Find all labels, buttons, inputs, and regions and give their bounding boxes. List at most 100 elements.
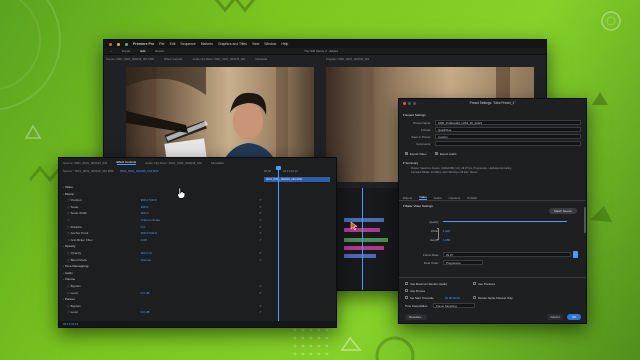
save-in-dropdown[interactable]: Custom	[435, 134, 581, 139]
reset-icon[interactable]: ↺	[259, 284, 262, 288]
tab-metadata[interactable]: Metadata	[256, 57, 268, 61]
timeline-clip-a1[interactable]	[344, 238, 388, 242]
property-value[interactable]: 0.0 dB	[141, 291, 150, 295]
effect-property-row[interactable]: ◷ Uniform Scale ↺	[59, 217, 329, 223]
field-order-dropdown[interactable]: Progressive	[443, 260, 483, 265]
reset-icon[interactable]: ↺	[259, 231, 262, 235]
comments-field[interactable]	[435, 141, 581, 146]
effect-section-header[interactable]: › Video	[59, 184, 329, 190]
reset-icon[interactable]: ↺	[259, 238, 262, 242]
preset-name-field[interactable]: 1080_ProRes422_H264_2K_ACES	[435, 120, 581, 125]
cancel-button[interactable]: Cancel	[547, 314, 563, 320]
width-value[interactable]: 1,920	[443, 229, 450, 233]
use-proxies-checkbox[interactable]	[405, 289, 408, 292]
export-settings-header[interactable]: ▾ Export Settings	[403, 113, 426, 117]
reset-icon[interactable]: ↺	[259, 211, 262, 215]
effect-property-row[interactable]: ◷ Level 0.0 dB ↺	[59, 290, 329, 296]
menu-graphics[interactable]: Graphics and Titles	[218, 42, 247, 46]
reset-icon[interactable]: ↺	[259, 218, 262, 222]
menu-markers[interactable]: Markers	[201, 42, 213, 46]
property-value[interactable]: 0.0 dB	[141, 310, 150, 314]
property-value[interactable]: Normal	[141, 258, 151, 262]
property-value[interactable]: Uniform Scale	[141, 218, 160, 222]
close-window-icon[interactable]	[109, 42, 112, 46]
metadata-button[interactable]: Metadata...	[405, 314, 427, 320]
maximize-window-icon[interactable]	[125, 42, 128, 46]
effect-property-row[interactable]: ◷ Bypass ↺	[59, 283, 329, 289]
tab-publish[interactable]: Publish	[467, 196, 477, 200]
start-timecode-checkbox[interactable]	[405, 296, 408, 299]
export-video-checkbox[interactable]	[405, 152, 408, 155]
property-value[interactable]: 100.0 %	[141, 251, 152, 255]
reset-icon[interactable]: ↺	[259, 225, 262, 229]
height-value[interactable]: 1,080	[443, 238, 450, 242]
effect-section-header[interactable]: › Opacity	[59, 243, 329, 249]
tab-audio-mixer[interactable]: Audio Clip Mixer: 0001_0001_000245_001	[193, 57, 246, 61]
clip-sequence-name[interactable]: 0001_0001_000245_001.MXF	[120, 169, 159, 173]
stopwatch-icon[interactable]: ◷	[67, 218, 71, 222]
effect-section-header[interactable]: › Time Remapping	[59, 263, 329, 269]
workspace-edit[interactable]: Edit	[140, 49, 145, 53]
link-dimensions-icon[interactable]	[437, 228, 439, 240]
effect-property-row[interactable]: ◷ Scale Width 100.0 ↺	[59, 210, 329, 216]
ok-button[interactable]: OK	[567, 314, 581, 320]
tab-metadata[interactable]: Metadata	[211, 161, 224, 165]
tab-audio-mixer[interactable]: Audio Clip Mixer: 0001_0001_000245_001	[145, 161, 202, 165]
effect-section-header[interactable]: › Motion	[59, 191, 329, 197]
effect-property-row[interactable]: ◷ Scale 100.0 ↺	[59, 204, 329, 210]
menu-help[interactable]: Help	[281, 42, 288, 46]
menu-sequence[interactable]: Sequence	[180, 42, 195, 46]
summary-header[interactable]: ▾ Summary	[403, 161, 418, 165]
timeline-clip-v1[interactable]	[344, 218, 384, 222]
menu-edit[interactable]: Edit	[170, 42, 176, 46]
tab-source[interactable]: Source: 0001_0001_000245_001.MXF	[106, 57, 154, 61]
export-audio-checkbox[interactable]	[435, 152, 438, 155]
effect-property-row[interactable]: ◷ Rotation 0.0 ↺	[59, 224, 329, 230]
dialog-scrollbar[interactable]	[584, 207, 586, 233]
menu-file[interactable]: File	[159, 42, 164, 46]
tab-source[interactable]: Source: 0001_0001_000245_001	[63, 161, 108, 165]
dialog-maximize-icon[interactable]	[413, 102, 416, 105]
workspace-import[interactable]: Import	[122, 49, 131, 53]
minimize-window-icon[interactable]	[117, 42, 120, 46]
time-interp-dropdown[interactable]: Frame Sampling	[433, 303, 475, 308]
property-value[interactable]: 0.0	[141, 225, 145, 229]
property-value[interactable]: 960.0 540.0	[141, 231, 157, 235]
tab-effects[interactable]: Effects	[403, 196, 412, 200]
effect-property-row[interactable]: ◷ Anti-flicker Filter 0.00 ↺	[59, 237, 329, 243]
effect-property-row[interactable]: ◷ Bypass ↺	[59, 303, 329, 309]
effect-property-row[interactable]: ◷ Opacity 100.0 % ↺	[59, 250, 329, 256]
tab-effect-controls[interactable]: Effect Controls	[116, 160, 137, 165]
effect-property-row[interactable]: ◷ Blend Mode Normal ↺	[59, 257, 329, 263]
tab-audio[interactable]: Audio	[434, 196, 442, 200]
property-value[interactable]: 960.0 540.0	[141, 198, 157, 202]
match-source-button[interactable]: Match Source	[549, 208, 577, 214]
frame-rate-link-icon[interactable]	[573, 251, 578, 258]
quality-slider[interactable]	[443, 221, 567, 222]
tab-effect-controls[interactable]: Effect Controls	[164, 57, 182, 61]
timeline-clip-a3[interactable]	[344, 254, 376, 258]
reset-icon[interactable]: ↺	[259, 291, 262, 295]
effect-property-row[interactable]: ◷ Position 960.0 540.0 ↺	[59, 197, 329, 203]
dialog-close-icon[interactable]	[403, 102, 406, 105]
basic-video-header[interactable]: ▾ Basic Video Settings	[403, 204, 433, 208]
property-value[interactable]: 100.0	[141, 211, 149, 215]
use-previews-checkbox[interactable]	[473, 282, 476, 285]
effect-property-row[interactable]: ◷ Anchor Point 960.0 540.0 ↺	[59, 230, 329, 236]
reset-icon[interactable]: ↺	[259, 304, 262, 308]
render-alpha-checkbox[interactable]	[473, 296, 476, 299]
menu-view[interactable]: View	[252, 42, 259, 46]
reset-icon[interactable]: ↺	[259, 205, 262, 209]
format-dropdown[interactable]: QuickTime	[435, 127, 581, 132]
timeline-playhead[interactable]	[362, 188, 363, 290]
tab-program[interactable]: Program: 0001_0001_000245_001	[326, 57, 369, 61]
reset-icon[interactable]: ↺	[259, 198, 262, 202]
tab-captions[interactable]: Captions	[448, 196, 460, 200]
property-value[interactable]: 100.0	[141, 205, 149, 209]
reset-icon[interactable]: ↺	[259, 310, 262, 314]
frame-rate-dropdown[interactable]: 29.97	[443, 252, 571, 257]
max-render-quality-checkbox[interactable]	[405, 282, 408, 285]
start-timecode-value[interactable]: 00:00:00:00	[445, 296, 460, 300]
dialog-minimize-icon[interactable]	[408, 102, 411, 105]
effect-section-header[interactable]: › Audio	[59, 270, 329, 276]
